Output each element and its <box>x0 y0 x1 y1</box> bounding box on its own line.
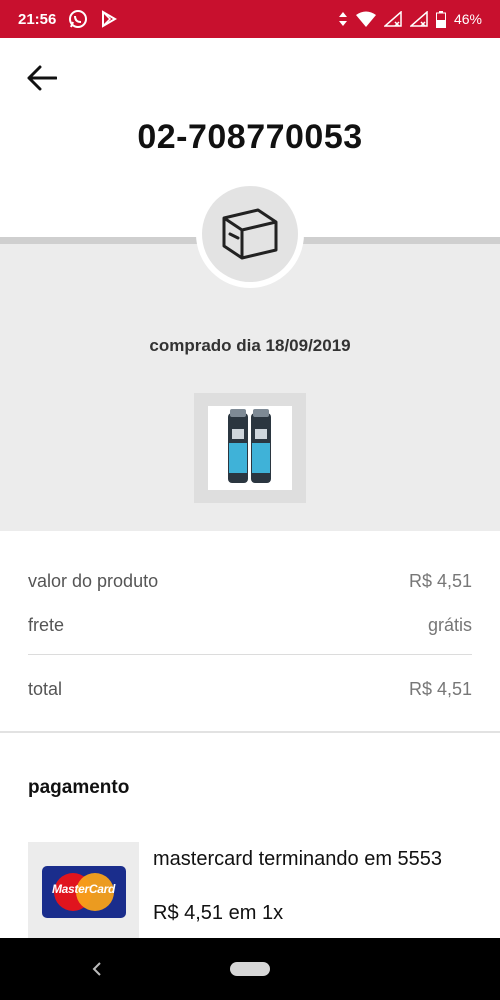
product-thumbnail[interactable] <box>194 393 306 503</box>
status-bar: 21:56 46% <box>0 0 500 38</box>
battery-percentage: 46% <box>453 11 482 27</box>
product-image <box>225 407 275 490</box>
signal-icon <box>409 11 428 27</box>
box-icon <box>218 200 282 269</box>
purchase-date: comprado dia 18/09/2019 <box>149 336 351 355</box>
nav-home-pill[interactable] <box>230 962 270 976</box>
data-arrows-icon <box>338 11 348 27</box>
nav-back-icon[interactable] <box>84 956 110 982</box>
order-status-badge <box>196 180 304 288</box>
total-value: R$ 4,51 <box>408 679 472 699</box>
back-button[interactable] <box>24 62 60 98</box>
whatsapp-icon <box>68 9 88 29</box>
shipping-label: frete <box>28 615 65 635</box>
product-value-row: valor do produto R$ 4,51 <box>28 571 472 592</box>
arrow-left-icon <box>27 65 58 96</box>
card-brand: MasterCard <box>51 882 116 896</box>
order-number: 02-708770053 <box>137 118 363 156</box>
payment-title: pagamento <box>28 777 130 798</box>
navigation-bar <box>0 938 500 1000</box>
wifi-icon <box>355 11 376 27</box>
card-logo-frame: MasterCard <box>28 842 139 942</box>
shipping-row: frete grátis <box>28 615 472 636</box>
status-time: 21:56 <box>18 10 57 28</box>
card-description: mastercard terminando em 5553 <box>153 848 443 870</box>
total-row: total R$ 4,51 <box>28 679 472 700</box>
product-value-label: valor do produto <box>28 571 159 591</box>
signal-icon <box>383 11 402 27</box>
battery-icon <box>435 10 446 28</box>
product-value: R$ 4,51 <box>408 571 472 591</box>
shipping-value: grátis <box>427 615 472 635</box>
card-amount: R$ 4,51 em 1x <box>153 902 284 924</box>
play-store-icon <box>100 10 118 28</box>
total-label: total <box>28 679 63 699</box>
price-divider <box>28 654 472 655</box>
payment-divider <box>0 731 500 733</box>
mastercard-icon: MasterCard <box>41 866 126 918</box>
